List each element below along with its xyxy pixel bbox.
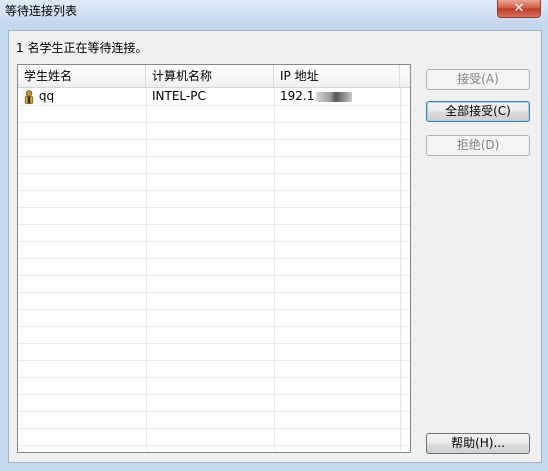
accept-button[interactable]: 接受(A): [426, 69, 530, 90]
waiting-status-text: 1 名学生正在等待连接。: [16, 41, 148, 55]
list-header: 学生姓名 计算机名称 IP 地址: [18, 65, 410, 88]
grid-lines: [18, 88, 410, 452]
help-button[interactable]: 帮助(H)...: [426, 433, 530, 454]
user-icon: [24, 89, 34, 104]
accept-all-button[interactable]: 全部接受(C): [426, 101, 530, 122]
reject-button[interactable]: 拒绝(D): [426, 135, 530, 156]
column-header-ip-address[interactable]: IP 地址: [274, 65, 400, 87]
close-button[interactable]: ✕: [497, 0, 541, 18]
window-title: 等待连接列表: [5, 4, 78, 18]
dialog-body: 1 名学生正在等待连接。 学生姓名 计算机名称 IP 地址 qq INTEL-P…: [8, 30, 542, 463]
title-bar: 等待连接列表 ✕: [0, 0, 548, 21]
computer-name: INTEL-PC: [152, 89, 206, 103]
student-name: qq: [38, 89, 55, 103]
redacted-ip-mask: [316, 91, 353, 102]
waiting-list[interactable]: 学生姓名 计算机名称 IP 地址 qq INTEL-PC 192.1: [17, 64, 411, 453]
list-item[interactable]: qq INTEL-PC 192.1: [18, 88, 410, 105]
column-header-student-name[interactable]: 学生姓名: [18, 65, 146, 87]
ip-address: 192.1: [280, 89, 315, 103]
close-icon: ✕: [513, 1, 525, 16]
column-header-computer-name[interactable]: 计算机名称: [146, 65, 274, 87]
